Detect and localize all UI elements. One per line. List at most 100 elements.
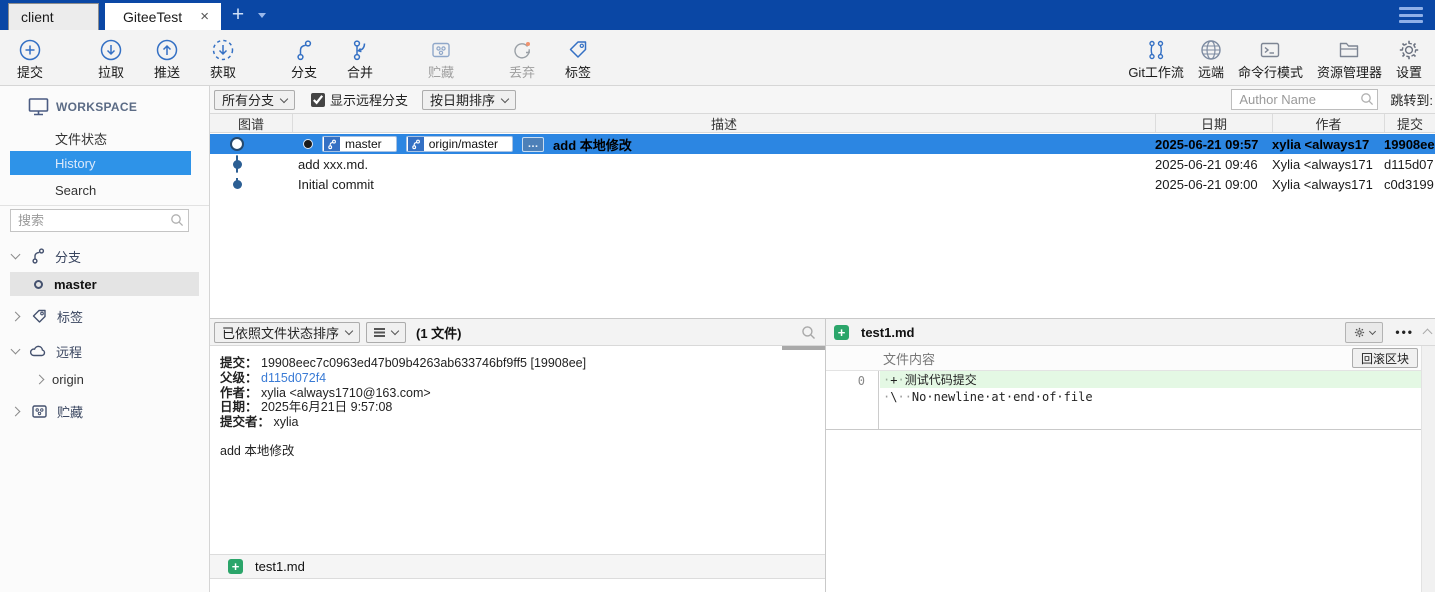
git-workflow-button[interactable]: Git工作流 xyxy=(1121,36,1191,80)
graph-node-head xyxy=(230,137,244,151)
sidebar-item-search[interactable]: Search xyxy=(0,179,209,201)
close-icon[interactable]: × xyxy=(198,9,211,24)
globe-icon xyxy=(1198,36,1224,65)
author-name-input[interactable] xyxy=(1231,89,1379,110)
chevron-down-icon xyxy=(279,94,289,103)
scrollbar-thumb[interactable] xyxy=(782,346,825,350)
workspace-label: WORKSPACE xyxy=(56,100,138,114)
view-mode-dropdown[interactable] xyxy=(366,321,407,343)
commit-date: 2025-06-21 09:46 xyxy=(1155,156,1258,172)
diff-sign: \ xyxy=(890,389,898,404)
line-number: 0 xyxy=(857,374,865,388)
tab-client[interactable]: client xyxy=(8,3,99,30)
file-sort-dropdown[interactable]: 已依照文件状态排序 xyxy=(214,321,361,343)
history-column-header: 图谱 描述 日期 作者 提交 xyxy=(210,113,1435,133)
branch-button[interactable]: 分支 xyxy=(276,36,332,80)
fetch-button[interactable]: 获取 xyxy=(195,36,251,80)
commit-date: 2025-06-21 09:57 xyxy=(1155,136,1259,152)
sidebar: WORKSPACE 文件状态 History Search 分支 master … xyxy=(0,86,210,592)
command-line-button[interactable]: 命令行模式 xyxy=(1231,36,1310,80)
commit-hash: c0d3199 xyxy=(1384,176,1434,192)
sort-by-date-dropdown[interactable]: 按日期排序 xyxy=(422,89,517,110)
file-list-item[interactable]: + test1.md xyxy=(210,554,825,579)
diff-line-meta[interactable]: · \ ·· No·newline·at·end·of·file xyxy=(880,388,1421,405)
branch-badge-master[interactable]: master xyxy=(322,136,397,152)
file-content-label: 文件内容 xyxy=(883,351,936,367)
menu-icon[interactable] xyxy=(1399,7,1423,23)
history-filter-bar: 所有分支 显示远程分支 按日期排序 跳转到: xyxy=(210,86,1435,113)
workspace-header: WORKSPACE xyxy=(0,96,209,118)
tree-group-tags[interactable]: 标签 xyxy=(0,305,209,327)
tab-label: GiteeTest xyxy=(123,8,183,25)
more-refs-badge[interactable]: … xyxy=(522,136,545,152)
committer-value: xylia xyxy=(273,415,299,430)
search-icon xyxy=(170,213,184,227)
folder-icon xyxy=(1336,36,1362,65)
remote-button[interactable]: 远端 xyxy=(1191,36,1231,80)
column-header-commit[interactable]: 提交 xyxy=(1384,114,1435,132)
tab-list-caret-icon[interactable] xyxy=(258,13,266,18)
toolbar: 提交 拉取 推送 获取 分支 合并 贮藏 丢弃 标签 Git工作流 远端 命令行… xyxy=(0,30,1435,86)
tree-item-origin[interactable]: origin xyxy=(0,368,209,390)
column-header-graph[interactable]: 图谱 xyxy=(210,114,292,132)
sidebar-search-box xyxy=(10,209,189,232)
column-header-author[interactable]: 作者 xyxy=(1272,114,1384,132)
list-view-icon xyxy=(374,327,386,330)
commit-row[interactable]: add xxx.md. 2025-06-21 09:46 Xylia <alwa… xyxy=(210,154,1435,174)
tree-group-stash[interactable]: 贮藏 xyxy=(0,400,209,422)
commit-message: add xxx.md. xyxy=(298,156,369,172)
tree-group-remotes[interactable]: 远程 xyxy=(0,340,209,362)
tab-giteetest[interactable]: GiteeTest × xyxy=(105,3,221,30)
author-search-box xyxy=(1231,89,1379,110)
terminal-icon xyxy=(1257,36,1283,65)
column-header-date[interactable]: 日期 xyxy=(1155,114,1272,132)
commit-message: add 本地修改 xyxy=(553,137,632,153)
more-options-button[interactable]: ••• xyxy=(1395,325,1414,339)
stash-icon xyxy=(428,36,454,65)
sidebar-item-history[interactable]: History xyxy=(10,151,191,175)
search-input[interactable] xyxy=(10,209,189,232)
tag-button[interactable]: 标签 xyxy=(550,36,606,80)
rollback-hunk-button[interactable]: 回滚区块 xyxy=(1351,348,1418,368)
scroll-up-icon[interactable] xyxy=(1422,325,1433,340)
commit-row[interactable]: Initial commit 2025-06-21 09:00 Xylia <a… xyxy=(210,174,1435,194)
stash-button[interactable]: 贮藏 xyxy=(413,36,469,80)
diff-header: + test1.md ••• xyxy=(826,319,1435,346)
branch-icon xyxy=(324,137,340,151)
branch-badge-origin-master[interactable]: origin/master xyxy=(405,136,514,152)
commit-hash: d115d07 xyxy=(1384,156,1434,172)
merge-button[interactable]: 合并 xyxy=(332,36,388,80)
tree-group-branches[interactable]: 分支 xyxy=(0,245,209,267)
discard-button[interactable]: 丢弃 xyxy=(494,36,550,80)
column-header-description[interactable]: 描述 xyxy=(292,114,1155,132)
diff-line-number-gutter: 0 xyxy=(826,371,879,429)
pull-button[interactable]: 拉取 xyxy=(83,36,139,80)
gear-icon xyxy=(1353,326,1366,339)
diff-file-name: test1.md xyxy=(861,324,915,340)
chevron-right-icon xyxy=(34,374,45,384)
search-icon[interactable] xyxy=(801,325,816,340)
show-remote-branches-checkbox[interactable] xyxy=(311,92,326,107)
branch-icon xyxy=(407,137,424,151)
sidebar-item-file-status[interactable]: 文件状态 xyxy=(0,127,209,149)
monitor-icon xyxy=(28,97,49,117)
branch-filter-dropdown[interactable]: 所有分支 xyxy=(214,89,296,110)
vertical-scrollbar[interactable] xyxy=(1421,346,1435,592)
settings-button[interactable]: 设置 xyxy=(1389,36,1429,80)
explorer-button[interactable]: 资源管理器 xyxy=(1310,36,1389,80)
tree-item-master[interactable]: master xyxy=(10,272,199,296)
chevron-down-icon xyxy=(500,94,510,103)
diff-line-added[interactable]: · + · 测试代码提交 xyxy=(880,371,1421,388)
parent-commit-link[interactable]: d115d072f4 xyxy=(261,371,326,385)
commit-author: Xylia <always171 xyxy=(1272,176,1373,192)
diff-options-button[interactable] xyxy=(1345,321,1384,343)
chevron-down-icon xyxy=(10,344,21,355)
new-tab-button[interactable]: + xyxy=(226,2,250,28)
cloud-icon xyxy=(29,342,48,361)
commit-button[interactable]: 提交 xyxy=(2,36,58,80)
show-remote-branches-option: 显示远程分支 xyxy=(311,90,408,109)
commit-row[interactable]: master origin/master … add 本地修改 2025-06-… xyxy=(210,134,1435,154)
push-button[interactable]: 推送 xyxy=(139,36,195,80)
commit-details: 提交： 19908eec7c0963ed47b09b4263ab633746bf… xyxy=(210,352,825,463)
chevron-down-icon xyxy=(344,326,354,336)
